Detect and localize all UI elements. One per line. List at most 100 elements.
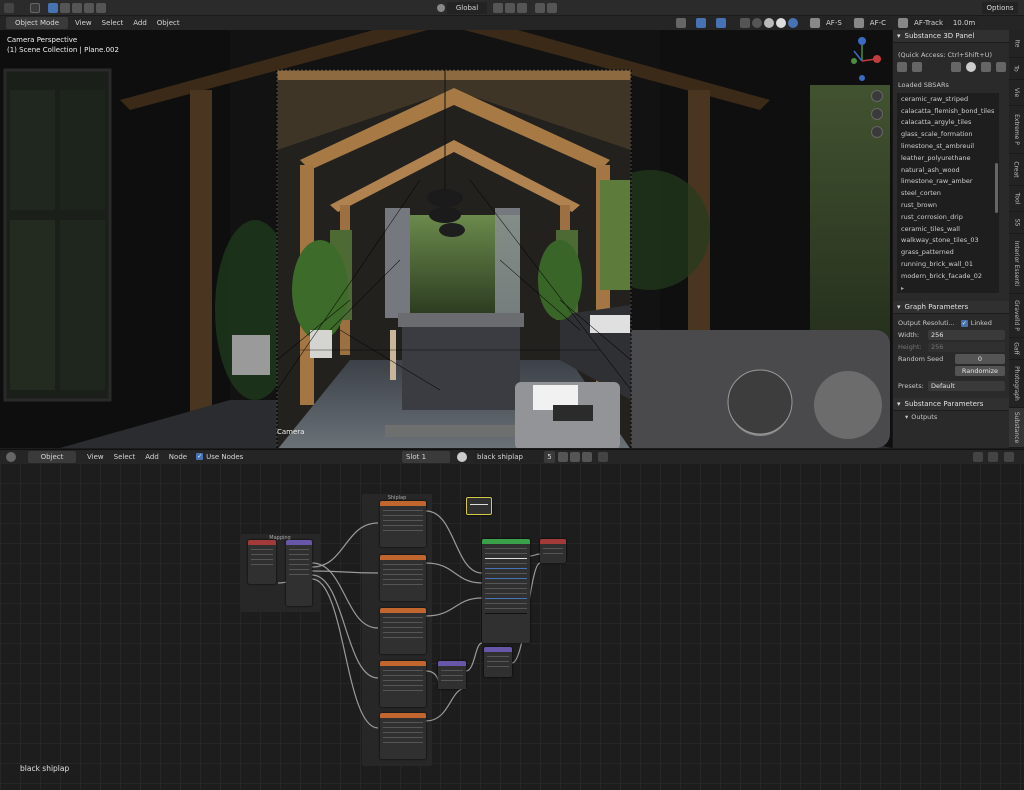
node-value[interactable]: [466, 497, 492, 515]
snap-icon[interactable]: [505, 3, 515, 13]
tab-tool-2[interactable]: Tool: [1009, 186, 1024, 212]
tab-interior-essentials[interactable]: Interior Essenti: [1009, 234, 1024, 294]
list-item[interactable]: grass_patterned: [897, 246, 999, 258]
random-seed-field[interactable]: 0: [955, 354, 1005, 364]
falloff-icon[interactable]: [547, 3, 557, 13]
list-resize-icon[interactable]: ▸: [901, 285, 904, 292]
panel-header-substance-parameters[interactable]: ▾ Substance Parameters: [893, 398, 1009, 411]
parent-node-tree-icon[interactable]: [973, 451, 983, 462]
gizmo-icon[interactable]: [696, 18, 706, 28]
list-item[interactable]: rust_corrosion_drip: [897, 211, 999, 223]
tab-gravelld[interactable]: Gravelld P: [1009, 294, 1024, 338]
list-item[interactable]: walkway_stone_tiles_03: [897, 235, 999, 247]
panel-header-graph-parameters[interactable]: ▾ Graph Parameters: [893, 301, 1009, 314]
list-item[interactable]: ceramic_raw_striped: [897, 93, 999, 105]
node-image-texture-3[interactable]: [380, 608, 426, 654]
use-nodes-checkbox[interactable]: ✓: [196, 453, 204, 460]
node-texture-coordinate[interactable]: [248, 540, 276, 584]
snap-target-icon[interactable]: [517, 3, 527, 13]
tab-view[interactable]: Vie: [1009, 80, 1024, 106]
zoom-icon[interactable]: [871, 90, 883, 102]
download-icon[interactable]: [951, 62, 961, 72]
pivot-point-icon[interactable]: [493, 3, 503, 13]
3d-viewport[interactable]: Camera Perspective (1) Scene Collection …: [0, 30, 892, 448]
tab-create[interactable]: Creat: [1009, 154, 1024, 186]
duplicate-icon[interactable]: [981, 62, 991, 72]
panel-header-substance[interactable]: ▾ Substance 3D Panel: [893, 30, 1009, 43]
pin-icon[interactable]: [598, 451, 608, 462]
pan-hand-icon[interactable]: [871, 108, 883, 120]
node-image-texture-1[interactable]: [380, 501, 426, 547]
distance-field[interactable]: 10.0m: [949, 17, 980, 29]
width-dropdown[interactable]: 256: [928, 330, 1005, 340]
slot-dropdown[interactable]: Slot 1: [402, 450, 450, 463]
options-dropdown[interactable]: Options: [982, 2, 1018, 14]
transform-orientation-dropdown[interactable]: Global: [447, 2, 487, 14]
node-menu-add[interactable]: Add: [140, 453, 164, 461]
node-menu-select[interactable]: Select: [109, 453, 141, 461]
menu-view[interactable]: View: [70, 19, 97, 27]
node-image-texture-4[interactable]: [380, 661, 426, 707]
sbsar-list[interactable]: ceramic_raw_striped calacatta_flemish_bo…: [897, 93, 999, 293]
select-extend-icon[interactable]: [60, 2, 70, 13]
navigation-gizmo[interactable]: [844, 34, 884, 89]
linked-checkbox[interactable]: ✓: [960, 319, 968, 327]
select-intersect-icon[interactable]: [96, 2, 106, 13]
snap-node-icon[interactable]: [1004, 451, 1014, 462]
camera-settings-icon[interactable]: [810, 18, 820, 28]
shading-material-icon[interactable]: [776, 18, 786, 28]
node-normal-map[interactable]: [438, 661, 466, 689]
load-folder-icon[interactable]: [912, 62, 922, 72]
af-track-button[interactable]: AF-Track: [910, 17, 948, 29]
node-material-output[interactable]: [540, 539, 566, 563]
node-principled-bsdf[interactable]: [482, 539, 530, 643]
list-item[interactable]: glass_scale_formation: [897, 128, 999, 140]
node-image-texture-2[interactable]: [380, 555, 426, 601]
menu-select[interactable]: Select: [97, 19, 129, 27]
unlink-material-icon[interactable]: [582, 451, 592, 462]
node-image-texture-5[interactable]: [380, 713, 426, 759]
list-item[interactable]: limestone_raw_amber: [897, 176, 999, 188]
mode-dropdown[interactable]: Object Mode: [6, 17, 68, 29]
tab-item[interactable]: Ite: [1009, 30, 1024, 58]
list-item[interactable]: limestone_st_ambreuil: [897, 140, 999, 152]
node-mode-dropdown[interactable]: Object: [28, 450, 76, 463]
tab-extreme-pbr[interactable]: Extreme P: [1009, 106, 1024, 154]
select-tool-icon[interactable]: [30, 2, 40, 13]
delete-icon[interactable]: [996, 62, 1006, 72]
list-item[interactable]: modern_brick_facade_02: [897, 270, 999, 282]
backdrop-icon[interactable]: [988, 451, 998, 462]
xray-icon[interactable]: [740, 18, 750, 28]
apply-material-icon[interactable]: [966, 62, 976, 72]
fake-user-icon[interactable]: [558, 451, 568, 462]
shading-wireframe-icon[interactable]: [752, 18, 762, 28]
randomize-button[interactable]: Randomize: [955, 366, 1005, 376]
list-item[interactable]: ceramic_tiles_wall: [897, 223, 999, 235]
list-item[interactable]: calacatta_argyle_tiles: [897, 117, 999, 129]
outputs-row[interactable]: ▾ Outputs: [893, 411, 1009, 423]
camera-view-icon[interactable]: [871, 126, 883, 138]
select-box-icon[interactable]: [48, 2, 58, 13]
shading-solid-icon[interactable]: [764, 18, 774, 28]
af-c-button[interactable]: AF-C: [865, 17, 891, 29]
material-name-field[interactable]: black shiplap: [473, 450, 543, 463]
shader-editor-type-icon[interactable]: [6, 451, 16, 462]
node-mapping[interactable]: [286, 540, 312, 606]
editor-type-icon[interactable]: [4, 2, 14, 13]
shading-rendered-icon[interactable]: [788, 18, 798, 28]
tab-substance[interactable]: Substance: [1009, 408, 1024, 448]
select-invert-icon[interactable]: [84, 2, 94, 13]
node-menu-view[interactable]: View: [82, 453, 109, 461]
menu-object[interactable]: Object: [152, 19, 185, 27]
duplicate-material-icon[interactable]: [570, 451, 580, 462]
overlay-icon[interactable]: [716, 18, 726, 28]
tab-tool[interactable]: To: [1009, 58, 1024, 80]
proportional-edit-icon[interactable]: [535, 3, 545, 13]
tab-photographer[interactable]: Photograph: [1009, 360, 1024, 408]
node-menu-node[interactable]: Node: [164, 453, 192, 461]
list-item[interactable]: rust_brown: [897, 199, 999, 211]
menu-add[interactable]: Add: [128, 19, 152, 27]
select-subtract-icon[interactable]: [72, 2, 82, 13]
node-editor-canvas[interactable]: Mapping Shiplap black shiplap: [0, 463, 1024, 790]
list-item[interactable]: running_brick_wall_01: [897, 258, 999, 270]
